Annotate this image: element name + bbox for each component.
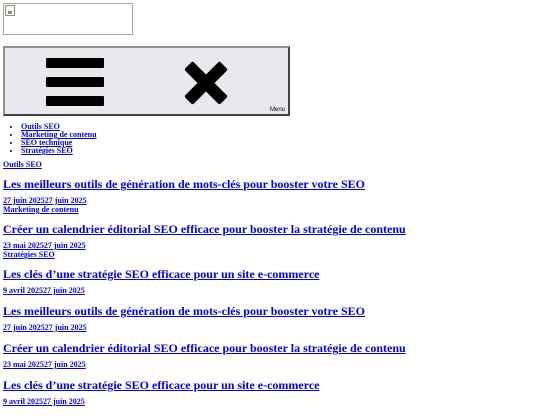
article-card: Marketing de contenu Créer un calendrier… <box>3 206 406 250</box>
main-navigation: Outils SEO Marketing de contenu SEO tech… <box>3 123 97 155</box>
list-item-title[interactable]: Les clés d’une stratégie SEO efficace po… <box>3 378 319 392</box>
menu-label: Menu <box>269 107 285 113</box>
menu-toggle-button[interactable]: Menu <box>3 46 290 116</box>
list-item: Les clés d’une stratégie SEO efficace po… <box>3 378 319 406</box>
list-item-title[interactable]: Créer un calendrier éditorial SEO effica… <box>3 341 406 355</box>
article-date[interactable]: 9 avril 202527 juin 2025 <box>3 287 319 295</box>
close-icon <box>183 60 229 106</box>
article-title[interactable]: Les meilleurs outils de génération de mo… <box>3 177 365 191</box>
article-title[interactable]: Les clés d’une stratégie SEO efficace po… <box>3 267 319 281</box>
hamburger-icon <box>46 58 104 106</box>
article-title[interactable]: Créer un calendrier éditorial SEO effica… <box>3 222 406 236</box>
article-date[interactable]: 23 mai 202527 juin 2025 <box>3 242 406 250</box>
list-item-title[interactable]: Les meilleurs outils de génération de mo… <box>3 304 365 318</box>
list-item: Créer un calendrier éditorial SEO effica… <box>3 341 406 369</box>
article-card: Outils SEO Les meilleurs outils de génér… <box>3 161 365 205</box>
list-item-date[interactable]: 9 avril 202527 juin 2025 <box>3 398 319 406</box>
list-item-date[interactable]: 27 juin 202527 juin 2025 <box>3 324 365 332</box>
list-item-date[interactable]: 23 mai 202527 juin 2025 <box>3 361 406 369</box>
site-logo[interactable] <box>3 3 133 35</box>
broken-image-icon <box>5 5 15 16</box>
article-card: Stratégies SEO Les clés d’une stratégie … <box>3 251 319 295</box>
article-category[interactable]: Marketing de contenu <box>3 206 406 214</box>
nav-link[interactable]: Stratégies SEO <box>21 146 73 155</box>
list-item: Les meilleurs outils de génération de mo… <box>3 304 365 332</box>
nav-item-strategies-seo: Stratégies SEO <box>21 147 97 155</box>
article-category[interactable]: Stratégies SEO <box>3 251 319 259</box>
article-date[interactable]: 27 juin 202527 juin 2025 <box>3 197 365 205</box>
article-category[interactable]: Outils SEO <box>3 161 365 169</box>
